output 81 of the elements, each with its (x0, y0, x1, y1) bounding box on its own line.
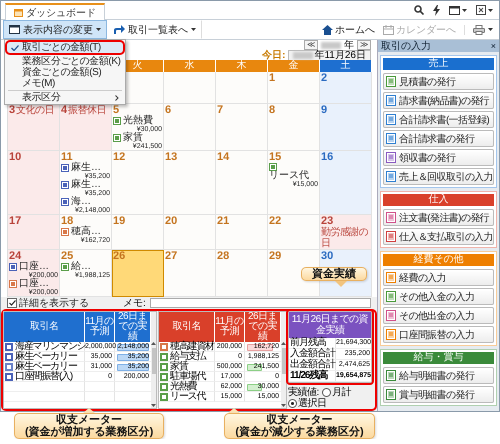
day-number: 29 (269, 250, 282, 262)
day-number: 24 (9, 250, 22, 262)
memo-label: メモ: (123, 297, 146, 310)
transaction-name: 光熱費 (170, 382, 196, 392)
callout: 収支メーター (資金が増加する業務区分) (14, 408, 164, 439)
callout: 収支メーター (資金が減少する業務区分) (224, 408, 375, 439)
weekday-header: 水 (164, 60, 216, 72)
day-number: 13 (165, 151, 178, 163)
day-number: 2 (321, 72, 328, 84)
table-cell: 入金額合計 (289, 349, 336, 359)
table-cell: 11/26残高 (289, 371, 336, 381)
entry-label: 麻生… (71, 163, 101, 173)
table-header: 11月26日までの資金実績 (289, 312, 371, 338)
day-number: 20 (165, 215, 178, 227)
column-header: 26日までの実績 (115, 312, 151, 342)
weekday-header: 木 (216, 60, 268, 72)
day-number: 18 (61, 215, 74, 227)
transaction-name: 口座間振替(入) (15, 372, 72, 382)
entry-label: 口座… (19, 262, 49, 272)
transaction-name: 家賃 (170, 362, 188, 372)
day-number: 25 (61, 250, 74, 262)
section-header: 売上 (383, 58, 494, 70)
entry-label: 麻生… (71, 180, 101, 190)
day-number: 8 (269, 104, 276, 116)
holiday-name: 勤労感謝の日 (321, 227, 370, 249)
day-number: 10 (9, 151, 22, 163)
transaction-name: 穂高建資材 (170, 342, 214, 352)
day-number: 12 (113, 151, 126, 163)
year-label: 年 (344, 39, 354, 51)
day-number: 5 (113, 104, 120, 116)
transaction-name: 麻生ベーカリー (15, 362, 77, 372)
entry-label: 家賃 (123, 133, 143, 143)
day-number: 1 (269, 72, 276, 84)
entry-label: 光熱費 (123, 116, 153, 126)
day-number: 11 (61, 151, 73, 163)
entry-label: 給… (71, 262, 91, 272)
callout-tooltip: 資金実績 (301, 267, 367, 287)
day-number: 17 (9, 215, 22, 227)
day-number: 23 (321, 215, 334, 227)
table-cell: 出金額合計 (289, 360, 336, 370)
today-label: 今日: (262, 48, 286, 62)
column-header: 26日までの実績 (245, 312, 281, 342)
day-number: 15 (269, 151, 282, 163)
basis-label: 実績値: (288, 387, 319, 398)
day-number: 7 (217, 104, 224, 116)
day-number: 22 (269, 215, 282, 227)
day-number: 30 (321, 250, 334, 262)
entry-label: 海… (71, 197, 91, 207)
day-number: 4 (61, 104, 68, 116)
transaction-name: リース代 (170, 392, 206, 402)
holiday-name: 振替休日 (68, 105, 106, 116)
section-header: 経費その他 (383, 254, 494, 266)
today-date: 年11月26日 (314, 50, 366, 61)
day-number: 6 (165, 104, 172, 116)
day-number: 14 (217, 151, 230, 163)
panel-title: 取引の入力 (381, 40, 431, 53)
weekday-header: 土 (320, 60, 372, 72)
column-header: 11月の予測 (215, 312, 245, 342)
entry-label: 口座… (19, 279, 49, 289)
column-header: 取引名 (4, 312, 85, 342)
day-number: 26 (113, 250, 126, 262)
transaction-name: 海産マリンマンシ (15, 342, 86, 352)
holiday-name: 文化の日 (16, 105, 54, 116)
day-number: 28 (217, 250, 230, 262)
day-number: 3 (9, 104, 16, 116)
entry-label: 穂高… (71, 227, 101, 237)
day-number: 21 (217, 215, 230, 227)
day-number: 19 (113, 215, 126, 227)
transaction-name: 麻生ベーカリー (15, 352, 77, 362)
weekday-header: 金 (268, 60, 320, 72)
table-cell: 前月残高 (289, 338, 336, 348)
section-header: 給与・賞与 (383, 352, 494, 364)
column-header: 取引名 (159, 312, 215, 342)
entry-label: リース代 (269, 171, 309, 181)
day-number: 9 (321, 104, 328, 116)
section-header: 仕入 (383, 194, 494, 206)
day-number: 27 (165, 250, 178, 262)
day-number: 16 (321, 151, 334, 163)
column-header: 11月の予測 (85, 312, 115, 342)
transaction-name: 駐車場代 (170, 372, 206, 382)
transaction-name: 給与支払 (170, 352, 206, 362)
